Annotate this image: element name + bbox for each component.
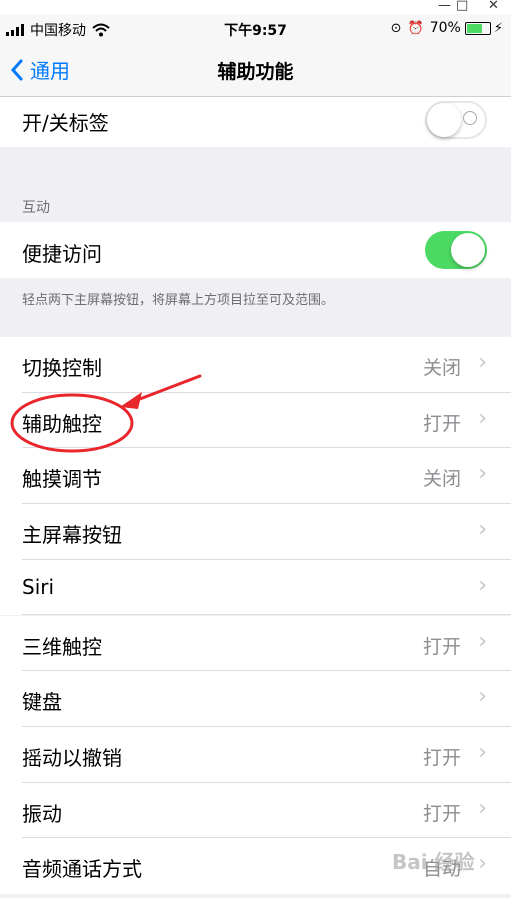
row-label: 三维触控 — [22, 634, 102, 659]
baidu-watermark: Bai 经验 — [392, 850, 475, 874]
chevron-right-icon: › — [478, 628, 487, 654]
row-value: 打开 — [422, 635, 461, 658]
chevron-right-icon: › — [478, 684, 487, 710]
battery-percent: 70% — [429, 20, 461, 36]
toggle-off-indicator-icon — [463, 111, 477, 125]
reachability-footnote: 轻点两下主屏幕按钮，将屏幕上方项目拉至可及范围。 — [22, 293, 335, 308]
settings-row[interactable]: 辅助触控 打开 › — [0, 392, 511, 449]
settings-row[interactable]: 主屏幕按钮 › — [0, 504, 511, 560]
toggle-knob — [427, 103, 461, 137]
chevron-right-icon: › — [478, 739, 487, 765]
chevron-right-icon: › — [478, 350, 487, 375]
row-value: 打开 — [422, 412, 461, 435]
row-label: 摇动以撤销 — [22, 745, 122, 770]
row-label: 键盘 — [22, 690, 62, 715]
row-label: 音频通话方式 — [22, 857, 142, 882]
charging-icon: ⚡ — [493, 20, 503, 36]
row-label: Siri — [22, 574, 55, 599]
chevron-right-icon: › — [478, 795, 487, 821]
chevron-right-icon: › — [478, 405, 487, 431]
toggle-knob — [451, 233, 485, 267]
settings-row[interactable]: 振动 打开 › — [0, 782, 511, 839]
status-bar: 中国移动 下午9:57 ⊙ ⏰ 70% ⚡ — [0, 14, 511, 44]
chevron-right-icon: › — [478, 517, 487, 543]
row-value: 打开 — [422, 802, 461, 825]
reachability-row: 便捷访问 — [0, 222, 511, 278]
maximize-button[interactable]: □ — [456, 0, 468, 13]
row-label: 主屏幕按钮 — [22, 523, 122, 548]
row-label: 触摸调节 — [22, 467, 102, 492]
section-header-interaction: 互动 — [22, 200, 50, 216]
row-label: 开/关标签 — [22, 111, 109, 135]
close-button[interactable]: ✕ — [488, 0, 499, 13]
row-value: 关闭 — [422, 468, 461, 491]
rotation-lock-icon: ⊙ — [390, 20, 402, 36]
settings-row[interactable]: Siri › — [0, 559, 511, 616]
settings-row[interactable]: 键盘 › — [0, 671, 511, 727]
reachability-toggle[interactable] — [425, 231, 487, 269]
row-label: 便捷访问 — [22, 242, 102, 266]
settings-row[interactable]: 触摸调节 关闭 › — [0, 448, 511, 505]
on-off-labels-row: 开/关标签 — [0, 97, 511, 147]
battery-icon — [464, 21, 491, 35]
navigation-bar: 通用 辅助功能 — [0, 44, 511, 97]
alarm-icon: ⏰ — [407, 20, 424, 36]
row-label: 切换控制 — [22, 356, 102, 380]
on-off-labels-toggle[interactable] — [425, 101, 487, 139]
settings-row[interactable]: 三维触控 打开 › — [0, 615, 511, 672]
page-title: 辅助功能 — [217, 61, 294, 83]
row-value: 打开 — [422, 746, 461, 769]
chevron-right-icon: › — [478, 572, 487, 598]
minimize-button[interactable]: — — [438, 0, 451, 13]
chevron-right-icon: › — [478, 851, 487, 877]
row-label: 辅助触控 — [22, 411, 102, 436]
row-label: 振动 — [22, 801, 62, 826]
settings-row[interactable]: 摇动以撤销 打开 › — [0, 726, 511, 783]
row-value: 关闭 — [422, 357, 461, 379]
chevron-right-icon: › — [478, 461, 487, 487]
settings-row[interactable]: 切换控制 关闭 › — [0, 337, 511, 393]
